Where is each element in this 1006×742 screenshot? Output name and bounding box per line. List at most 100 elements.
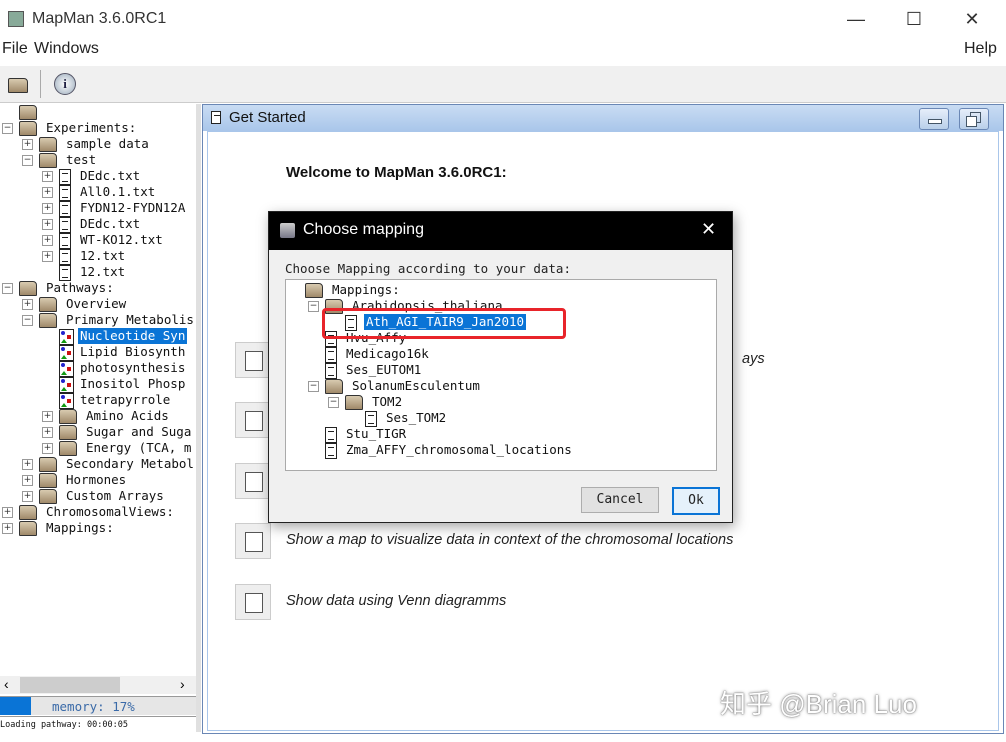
tree-item[interactable]: Ses_TOM2	[286, 410, 716, 427]
tree-item[interactable]: + Hormones	[0, 472, 196, 488]
tree-item[interactable]: + Energy (TCA, m	[0, 440, 196, 456]
folder-icon	[19, 105, 37, 120]
compare-button[interactable]	[235, 402, 271, 438]
tree-item[interactable]: − TOM2	[286, 394, 716, 410]
scroll-thumb[interactable]	[20, 677, 120, 693]
navigation-tree: − Experiments: + sample data − test + DEdc.txt +…	[0, 104, 197, 676]
expand-icon[interactable]: +	[42, 219, 53, 230]
menu-windows[interactable]: Windows	[34, 40, 99, 58]
collapse-icon[interactable]: −	[308, 301, 319, 312]
tree-item[interactable]: − test	[0, 152, 196, 168]
expand-icon[interactable]: +	[42, 443, 53, 454]
tree-item[interactable]	[0, 104, 196, 120]
tree-item[interactable]: + Mappings:	[0, 520, 196, 536]
tree-item[interactable]: + WT-KO12.txt	[0, 232, 196, 249]
tree-item[interactable]: + All0.1.txt	[0, 184, 196, 201]
expand-icon[interactable]: +	[22, 475, 33, 486]
collapse-icon[interactable]: −	[22, 155, 33, 166]
tree-item[interactable]: + Sugar and Suga	[0, 424, 196, 440]
expand-icon[interactable]: +	[42, 411, 53, 422]
frame-minimize-button[interactable]	[919, 108, 949, 130]
tree-item[interactable]: + Amino Acids	[0, 408, 196, 424]
tree-item[interactable]: − Pathways:	[0, 280, 196, 296]
watermark: 知乎 @Brian Luo	[720, 689, 917, 719]
scroll-right-icon[interactable]: ›	[180, 676, 185, 692]
tree-item[interactable]: − Primary Metabolis	[0, 312, 196, 328]
chromosome-button[interactable]	[235, 523, 271, 559]
minimize-button[interactable]: —	[836, 6, 876, 32]
menu-help[interactable]: Help	[964, 40, 997, 58]
tree-item[interactable]: + sample data	[0, 136, 196, 152]
tree-item[interactable]: 12.txt	[0, 264, 196, 281]
horizontal-scrollbar[interactable]: ‹ ›	[0, 676, 196, 694]
tree-item[interactable]: tetrapyrrole	[0, 392, 196, 409]
menu-file[interactable]: File	[2, 40, 28, 58]
tree-item[interactable]: Ses_EUTOM1	[286, 362, 716, 379]
menu-bar: File Windows Help	[0, 40, 1006, 62]
tree-item-label: Pathways:	[46, 280, 114, 295]
expand-icon[interactable]: +	[42, 187, 53, 198]
venn-button[interactable]	[235, 584, 271, 620]
expand-icon[interactable]: +	[2, 523, 13, 534]
info-button[interactable]: i	[52, 72, 78, 96]
tree-item[interactable]: + DEdc.txt	[0, 216, 196, 233]
expand-icon[interactable]: +	[22, 139, 33, 150]
folder-icon	[39, 297, 57, 312]
tree-item[interactable]: Nucleotide Syn	[0, 328, 196, 345]
tree-item[interactable]: Medicago16k	[286, 346, 716, 363]
open-button[interactable]	[4, 72, 30, 96]
tree-item-label: Ses_TOM2	[386, 410, 447, 425]
toolbar-divider	[40, 70, 41, 98]
expand-icon[interactable]: +	[22, 459, 33, 470]
collapse-icon[interactable]: −	[22, 315, 33, 326]
tree-item[interactable]: Lipid Biosynth	[0, 344, 196, 361]
collapse-icon[interactable]: −	[2, 123, 13, 134]
folder-icon	[345, 395, 363, 410]
tree-item[interactable]: +12.txt	[0, 248, 196, 265]
cancel-button[interactable]: Cancel	[581, 487, 659, 513]
splitter[interactable]	[196, 104, 201, 732]
tree-item-label: Energy (TCA, m	[86, 440, 192, 455]
tree-item[interactable]: + Secondary Metabol	[0, 456, 196, 472]
tree-item[interactable]: Stu_TIGR	[286, 426, 716, 443]
flask-icon	[245, 472, 263, 492]
document-icon	[365, 411, 377, 427]
expand-icon[interactable]: +	[22, 299, 33, 310]
expand-icon[interactable]: +	[22, 491, 33, 502]
tree-item-label: photosynthesis	[80, 360, 186, 375]
collapse-icon[interactable]: −	[308, 381, 319, 392]
folder-icon	[19, 121, 37, 136]
expand-icon[interactable]: +	[42, 171, 53, 182]
expand-icon[interactable]: +	[42, 235, 53, 246]
tree-item[interactable]: + Custom Arrays	[0, 488, 196, 504]
folder-icon	[19, 505, 37, 520]
collapse-icon[interactable]: −	[2, 283, 13, 294]
maximize-button[interactable]: ☐	[894, 6, 934, 32]
tree-item[interactable]: − SolanumEsculentum	[286, 378, 716, 394]
frame-restore-button[interactable]	[959, 108, 989, 130]
tree-item[interactable]: photosynthesis	[0, 360, 196, 377]
action-description: Show data using Venn diagramms	[286, 593, 507, 609]
tree-item[interactable]: Zma_AFFY_chromosomal_locations	[286, 442, 716, 459]
tree-item[interactable]: Inositol Phosp	[0, 376, 196, 393]
expand-icon[interactable]: +	[42, 427, 53, 438]
tree-item[interactable]: + DEdc.txt	[0, 168, 196, 185]
tree-item[interactable]: + Overview	[0, 296, 196, 312]
window-title: MapMan 3.6.0RC1	[32, 10, 167, 27]
tree-item[interactable]: + FYDN12-FYDN12A	[0, 200, 196, 217]
pathway-button[interactable]	[235, 342, 271, 378]
tree-item[interactable]: − Experiments:	[0, 120, 196, 136]
collapse-icon[interactable]: −	[328, 397, 339, 408]
expand-icon[interactable]: +	[42, 251, 53, 262]
expand-icon[interactable]: +	[42, 203, 53, 214]
scroll-left-icon[interactable]: ‹	[4, 676, 9, 692]
pathway-icon	[59, 393, 74, 409]
expand-icon[interactable]: +	[2, 507, 13, 518]
tree-item-label: Mappings:	[332, 282, 400, 297]
tree-item[interactable]: Mappings:	[286, 282, 716, 298]
ok-button[interactable]: Ok	[672, 487, 720, 515]
close-button[interactable]: ✕	[952, 6, 992, 32]
flask-button[interactable]	[235, 463, 271, 499]
dialog-close-button[interactable]: ✕	[701, 219, 716, 240]
tree-item[interactable]: + ChromosomalViews:	[0, 504, 196, 520]
